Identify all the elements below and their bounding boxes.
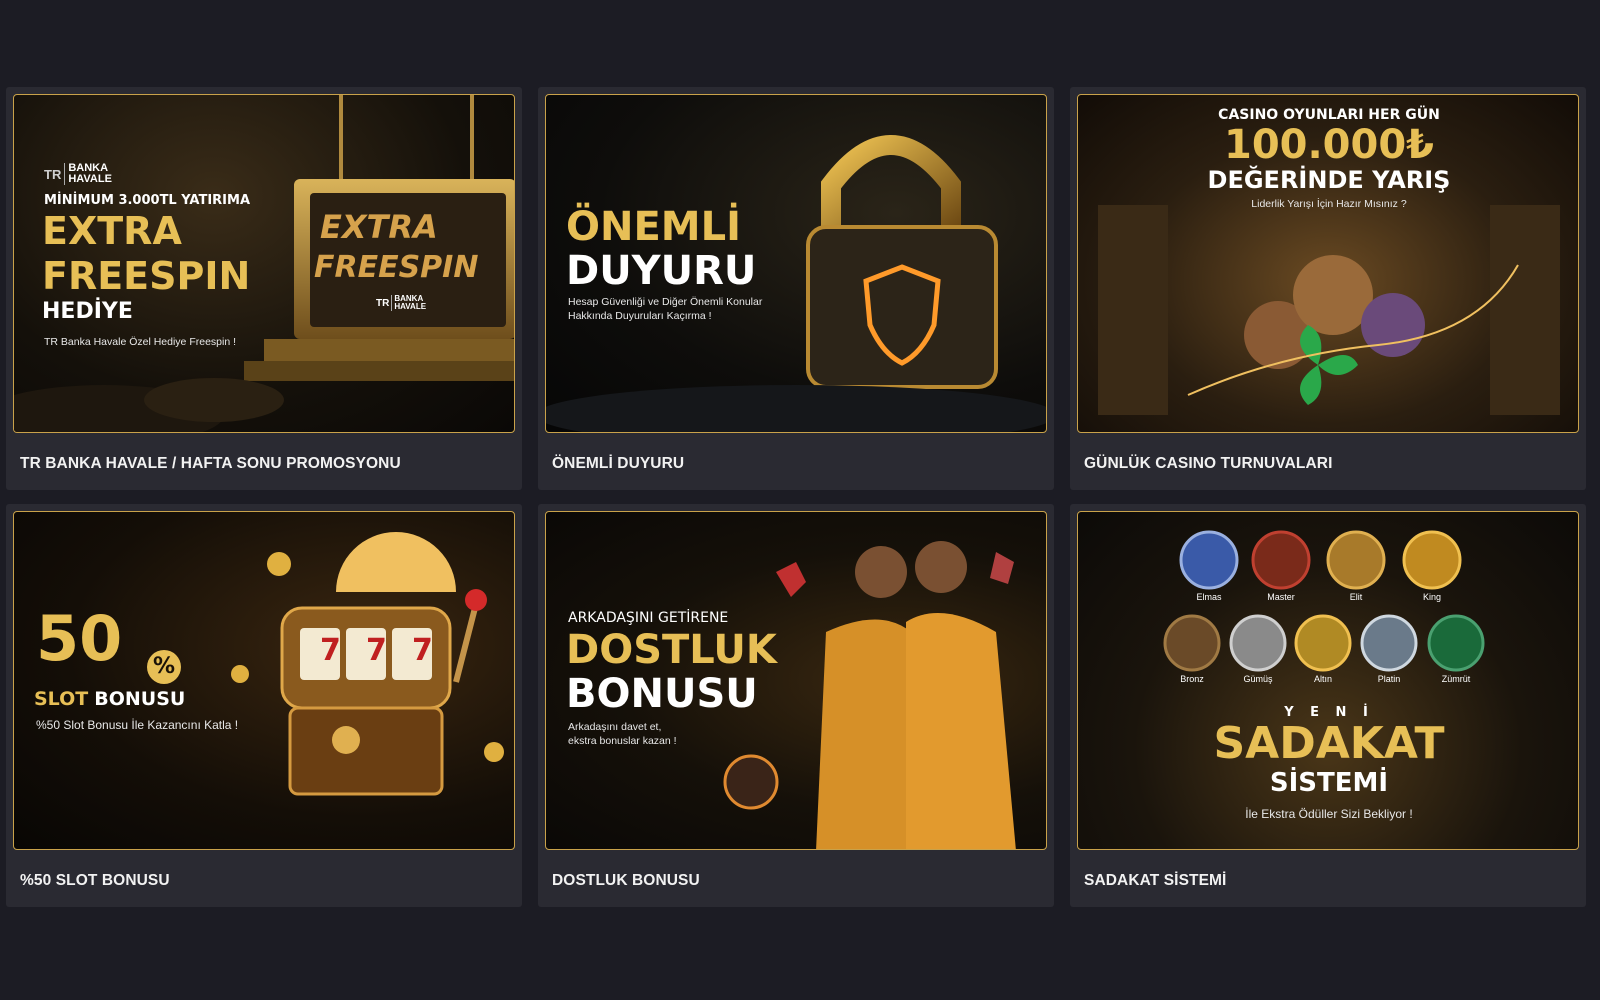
banner-title-line-2: SİSTEMİ [1269, 768, 1389, 798]
banner-note: İle Ekstra Ödüller Sizi Bekliyor ! [1245, 807, 1413, 821]
banner-note: Liderlik Yarışı İçin Hazır Mısınız ? [1251, 198, 1407, 210]
sign-logo-tr: TR [376, 297, 390, 309]
logo-tr: TR [44, 166, 62, 182]
promo-image-slot-bonusu[interactable]: 7 7 7 50 % SLOT BONUSU %50 Slot Bonusu İ… [13, 511, 515, 850]
banner-note-2: Hakkında Duyuruları Kaçırma ! [568, 310, 712, 322]
promo-banner: CASINO OYUNLARI HER GÜN 100.000₺ DEĞERİN… [1070, 87, 1586, 438]
promo-card-dostluk-bonusu[interactable]: ARKADAŞINI GETİRENE DOSTLUK BONUSU Arkad… [538, 504, 1054, 907]
reel-2: 7 [366, 633, 387, 668]
banner-title-line-2: DUYURU [566, 248, 757, 294]
tier-label-platin: Platin [1377, 674, 1401, 684]
altin-badge-icon [1294, 614, 1352, 672]
banner-title-gold: SLOT [34, 688, 89, 710]
promo-banner: 7 7 7 50 % SLOT BONUSU %50 Slot Bonusu İ… [6, 504, 522, 855]
tier-label-zumrut: Zümrüt [1441, 674, 1471, 684]
banner-title-line-1: DOSTLUK [566, 627, 777, 673]
promo-title[interactable]: ÖNEMLİ DUYURU [538, 438, 1054, 490]
banner-title-line-1: SADAKAT [1213, 718, 1445, 769]
king-badge-icon [1402, 530, 1462, 590]
promo-image-extra-freespin[interactable]: TR BANKA HAVALE MİNİMUM 3.000TL YATIRIMA… [13, 94, 515, 433]
promo-banner: ÖNEMLİ DUYURU Hesap Güvenliği ve Diğer Ö… [538, 87, 1054, 438]
tier-label-bronz: Bronz [1180, 674, 1204, 684]
banner-line-1: CASINO OYUNLARI HER GÜN [1218, 107, 1440, 123]
promo-banner: Elmas Master Elit King Bronz Gümüş Altın… [1070, 504, 1586, 855]
promo-banner: ARKADAŞINI GETİRENE DOSTLUK BONUSU Arkad… [538, 504, 1054, 855]
logo-text-2: HAVALE [68, 173, 112, 185]
promo-title[interactable]: TR BANKA HAVALE / HAFTA SONU PROMOSYONU [6, 438, 522, 490]
banka-havale-logo: TR BANKA HAVALE [44, 163, 112, 185]
gumus-badge-icon [1229, 614, 1287, 672]
promotions-grid: TR BANKA HAVALE MİNİMUM 3.000TL YATIRIMA… [6, 87, 1590, 907]
banner-note: %50 Slot Bonusu İle Kazancını Katla ! [36, 718, 239, 732]
tier-label-altin: Altın [1313, 674, 1332, 684]
banner-subtitle: MİNİMUM 3.000TL YATIRIMA [44, 193, 251, 208]
promo-card-sadakat-sistemi[interactable]: Elmas Master Elit King Bronz Gümüş Altın… [1070, 504, 1586, 907]
banner-amount: 100.000₺ [1223, 122, 1435, 168]
promo-card-banka-havale[interactable]: TR BANKA HAVALE MİNİMUM 3.000TL YATIRIMA… [6, 87, 522, 490]
banner-line-2: DEĞERİNDE YARIŞ [1207, 166, 1451, 194]
slot-machine-icon [231, 532, 504, 796]
promo-title[interactable]: GÜNLÜK CASINO TURNUVALARI [1070, 438, 1586, 490]
master-badge-icon [1251, 530, 1311, 590]
promo-image-dostluk-bonusu[interactable]: ARKADAŞINI GETİRENE DOSTLUK BONUSU Arkad… [545, 511, 1047, 850]
banner-title-white: BONUSU [94, 688, 186, 710]
banner-kicker: ARKADAŞINI GETİRENE [568, 610, 729, 626]
promo-title[interactable]: DOSTLUK BONUSU [538, 855, 1054, 907]
reel-3: 7 [412, 633, 433, 668]
promo-title[interactable]: %50 SLOT BONUSU [6, 855, 522, 907]
promo-card-slot-bonusu[interactable]: 7 7 7 50 % SLOT BONUSU %50 Slot Bonusu İ… [6, 504, 522, 907]
promo-title[interactable]: SADAKAT SİSTEMİ [1070, 855, 1586, 907]
bronz-badge-icon [1163, 614, 1221, 672]
sign-text-2: FREESPIN [314, 250, 479, 285]
banner-title-line-3: HEDİYE [42, 299, 133, 324]
tier-label-gumus: Gümüş [1243, 674, 1273, 684]
tier-label-master: Master [1267, 592, 1295, 602]
banner-note: TR Banka Havale Özel Hediye Freespin ! [44, 336, 236, 348]
tier-label-elit: Elit [1349, 592, 1363, 602]
sign-logo-text-2: HAVALE [394, 302, 427, 311]
banner-note-2: ekstra bonuslar kazan ! [568, 735, 677, 747]
sign-logo: TR BANKA HAVALE [376, 295, 426, 311]
promo-card-onemli-duyuru[interactable]: ÖNEMLİ DUYURU Hesap Güvenliği ve Diğer Ö… [538, 87, 1054, 490]
zumrut-badge-icon [1427, 614, 1485, 672]
promo-card-gunluk-casino[interactable]: CASINO OYUNLARI HER GÜN 100.000₺ DEĞERİN… [1070, 87, 1586, 490]
platin-badge-icon [1360, 614, 1418, 672]
reel-1: 7 [320, 633, 341, 668]
promo-banner: TR BANKA HAVALE MİNİMUM 3.000TL YATIRIMA… [6, 87, 522, 438]
banner-title-line-1: EXTRA [42, 209, 182, 253]
banner-title-line-1: ÖNEMLİ [566, 204, 741, 250]
banner-title-line-2: BONUSU [566, 671, 758, 717]
elmas-badge-icon [1179, 530, 1239, 590]
banner-note-1: Arkadaşını davet et, [568, 721, 662, 733]
tier-label-elmas: Elmas [1196, 592, 1222, 602]
banner-title-line-2: FREESPIN [42, 254, 251, 298]
banner-number: 50 [36, 602, 123, 675]
promo-image-onemli-duyuru[interactable]: ÖNEMLİ DUYURU Hesap Güvenliği ve Diğer Ö… [545, 94, 1047, 433]
percent-badge: % [147, 650, 181, 684]
banner-note-1: Hesap Güvenliği ve Diğer Önemli Konular [568, 296, 763, 308]
sign-text-1: EXTRA [320, 208, 438, 246]
tier-label-king: King [1422, 592, 1441, 602]
elit-badge-icon [1326, 530, 1386, 590]
promo-image-sadakat-sistemi[interactable]: Elmas Master Elit King Bronz Gümüş Altın… [1077, 511, 1579, 850]
promo-image-casino-turnuva[interactable]: CASINO OYUNLARI HER GÜN 100.000₺ DEĞERİN… [1077, 94, 1579, 433]
